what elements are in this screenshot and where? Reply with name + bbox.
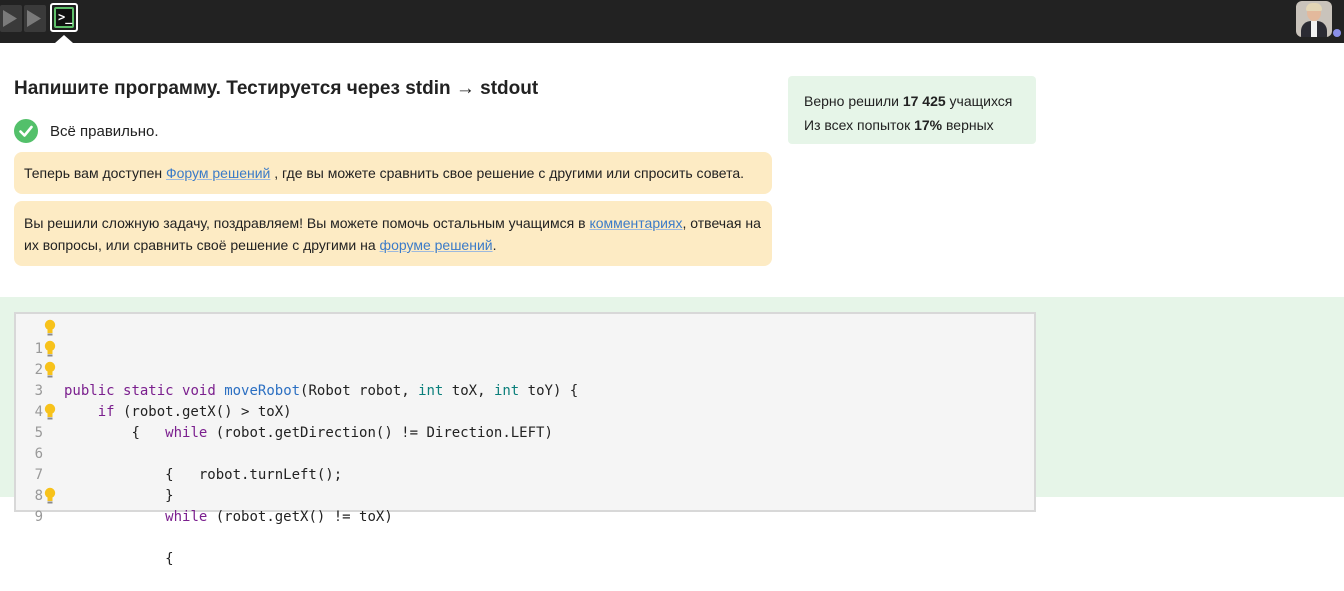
solve-stats: Верно решили 17 425 учащихся Из всех поп… xyxy=(788,76,1036,144)
solved-count: 17 425 xyxy=(902,93,946,109)
lightbulb-icon[interactable] xyxy=(44,340,56,358)
code-line[interactable]: 2 if (robot.getX() > toX) xyxy=(16,339,1034,420)
lightbulb-icon[interactable] xyxy=(44,319,56,337)
top-bar: >_ xyxy=(0,0,1344,43)
line-number: 9 xyxy=(34,509,43,525)
lightbulb-icon[interactable] xyxy=(44,403,56,421)
code-line[interactable]: 3 { xyxy=(16,360,1034,441)
step-play-icon[interactable] xyxy=(24,5,46,32)
forum-link[interactable]: Форум решений xyxy=(166,165,270,181)
lightbulb-icon[interactable] xyxy=(44,487,56,505)
terminal-icon: >_ xyxy=(58,10,73,24)
forum-notice: Теперь вам доступен Форум решений , где … xyxy=(14,152,772,194)
check-circle-icon xyxy=(14,119,38,143)
success-rate-line: Из всех попыток 17% верных xyxy=(804,117,994,133)
code-line[interactable]: 7 } xyxy=(16,444,1034,504)
task-title: Напишите программу. Тестируется через st… xyxy=(14,78,539,99)
step-terminal-icon[interactable]: >_ xyxy=(50,3,78,32)
code-section: 1 public static void moveRobot(Robot rob… xyxy=(0,297,1344,567)
lightbulb-icon[interactable] xyxy=(44,361,56,379)
notification-dot xyxy=(1333,29,1341,37)
code-line[interactable]: 8 while (robot.getX() != toX) xyxy=(16,465,1034,525)
success-rate: 17% xyxy=(914,117,943,133)
code-line[interactable]: 1 public static void moveRobot(Robot rob… xyxy=(16,318,1034,399)
solutions-forum-link[interactable]: форуме решений xyxy=(380,237,493,253)
solved-count-line: Верно решили 17 425 учащихся xyxy=(804,93,1013,109)
code-line[interactable]: 4 while (robot.getDirection() != Directi… xyxy=(16,381,1034,441)
active-step-indicator xyxy=(55,35,73,43)
status-text: Всё правильно. xyxy=(50,122,159,140)
comments-link[interactable]: комментариях xyxy=(589,215,682,231)
avatar[interactable] xyxy=(1296,1,1332,37)
code-line[interactable]: 6 robot.turnLeft(); xyxy=(16,423,1034,483)
code-line[interactable]: 5 { xyxy=(16,402,1034,483)
code-editor[interactable]: 1 public static void moveRobot(Robot rob… xyxy=(14,312,1036,567)
step-play-icon[interactable] xyxy=(0,5,22,32)
hard-task-notice: Вы решили сложную задачу, поздравляем! В… xyxy=(14,201,772,266)
status-row: Всё правильно. xyxy=(14,119,159,143)
